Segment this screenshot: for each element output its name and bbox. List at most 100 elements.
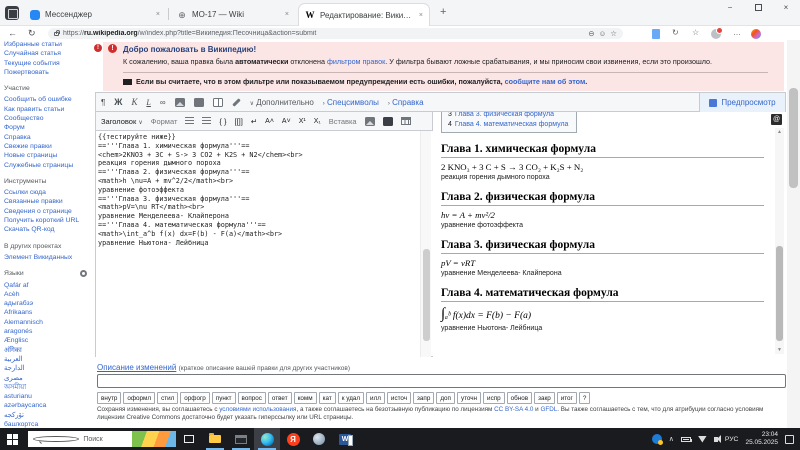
page-scrollbar[interactable]: [787, 40, 800, 428]
format-marks-icon[interactable]: ¶: [101, 98, 105, 107]
hidden-icons-chevron[interactable]: ∧: [669, 435, 674, 443]
reading-list-icon[interactable]: [652, 29, 660, 41]
sidebar-link[interactable]: Избранные статьи: [4, 40, 93, 49]
workspaces-icon[interactable]: [5, 6, 19, 20]
close-button[interactable]: ×: [772, 0, 800, 16]
quick-summary-button[interactable]: внутр: [97, 392, 121, 404]
tab-mo17-wiki[interactable]: ⊕ MO-17 — Wiki ×: [171, 3, 295, 26]
quick-summary-button[interactable]: уточн: [457, 392, 481, 404]
quick-summary-button[interactable]: закр: [534, 392, 555, 404]
sidebar-language-link[interactable]: aragonés: [4, 327, 93, 336]
sidebar-language-link[interactable]: башҡортса: [4, 420, 93, 428]
big-text-icon[interactable]: A˄: [265, 118, 274, 125]
url-text[interactable]: https://ru.wikipedia.org/w/index.php?tit…: [63, 30, 584, 37]
clock[interactable]: 23:0425.05.2025: [745, 431, 778, 447]
filter-link[interactable]: фильтром правок: [327, 57, 385, 66]
battery-icon[interactable]: [681, 437, 691, 442]
sidebar-link[interactable]: Свежие правки: [4, 142, 93, 151]
quick-summary-button[interactable]: ответ: [268, 392, 292, 404]
terms-link[interactable]: условиями использования: [219, 406, 296, 413]
sidebar-link[interactable]: Форум: [4, 123, 93, 132]
quick-summary-button[interactable]: итог: [557, 392, 577, 404]
more-menu[interactable]: ∨ Дополнительно: [250, 98, 314, 107]
sidebar-language-link[interactable]: Qafár af: [4, 281, 93, 290]
back-icon[interactable]: ←: [8, 28, 17, 38]
quick-summary-button[interactable]: кат: [319, 392, 336, 404]
quick-summary-button[interactable]: испр: [483, 392, 505, 404]
preview-button[interactable]: Предпросмотр: [699, 93, 785, 112]
wikitext-textarea[interactable]: {{тестируйте ниже}} =='''Глава 1. химиче…: [96, 131, 420, 357]
nowiki-icon[interactable]: { }: [219, 117, 226, 126]
refresh-icon[interactable]: ↻: [28, 28, 36, 39]
media-icon[interactable]: [194, 98, 204, 107]
sidebar-language-link[interactable]: অসমীয়া: [4, 383, 93, 392]
sidebar-language-link[interactable]: Afrikaans: [4, 308, 93, 317]
quick-summary-button[interactable]: илл: [366, 392, 385, 404]
quick-summary-button[interactable]: стил: [157, 392, 178, 404]
newline-icon[interactable]: ↵: [251, 117, 257, 126]
address-bar[interactable]: https://ru.wikipedia.org/w/index.php?tit…: [48, 28, 623, 39]
wikilink-brackets-icon[interactable]: [[]]: [235, 117, 243, 126]
start-button[interactable]: [0, 428, 24, 450]
collections-icon[interactable]: ☆: [692, 28, 699, 37]
volume-icon[interactable]: [714, 437, 718, 442]
scrollbar-thumb[interactable]: [776, 246, 783, 341]
toc-entry[interactable]: 3Глава 3. физическая формула: [448, 112, 568, 120]
sidebar-link[interactable]: Сведения о странице: [4, 207, 93, 216]
pencil-icon[interactable]: [232, 98, 240, 106]
sidebar-link[interactable]: Связанные правки: [4, 197, 93, 206]
sidebar-language-link[interactable]: Alemannisch: [4, 318, 93, 327]
quick-summary-button[interactable]: вопрос: [238, 392, 266, 404]
sidebar-link[interactable]: Случайная статья: [4, 49, 93, 58]
scrollbar-thumb[interactable]: [423, 249, 430, 341]
word-button[interactable]: W: [332, 428, 358, 450]
tab-close-icon[interactable]: ×: [156, 11, 160, 18]
sidebar-link[interactable]: Справка: [4, 133, 93, 142]
sidebar-link[interactable]: Новые страницы: [4, 151, 93, 160]
tab-close-icon[interactable]: ×: [419, 12, 423, 19]
quick-summary-button[interactable]: комм: [294, 392, 317, 404]
bullet-list-icon[interactable]: [185, 117, 194, 125]
quick-summary-button[interactable]: орфогр: [180, 392, 210, 404]
quick-summary-button[interactable]: оформл: [123, 392, 155, 404]
zoom-out-icon[interactable]: ⊖: [588, 29, 594, 38]
edge-button[interactable]: [254, 428, 280, 450]
gear-icon[interactable]: [80, 270, 87, 277]
scroll-down-icon[interactable]: ▼: [775, 347, 784, 353]
quick-summary-button[interactable]: пункт: [212, 392, 236, 404]
live-preview-icon[interactable]: @: [771, 114, 782, 125]
help-menu[interactable]: › Справка: [388, 98, 424, 107]
yandex-browser-button[interactable]: Я: [280, 428, 306, 450]
more-menu-icon[interactable]: …: [733, 28, 741, 37]
subscript-icon[interactable]: X₁: [314, 118, 321, 125]
scroll-up-icon[interactable]: ▲: [775, 129, 784, 135]
sidebar-link[interactable]: Служебные страницы: [4, 161, 93, 170]
reference-icon[interactable]: [213, 98, 223, 107]
maximize-button[interactable]: [744, 0, 772, 16]
sidebar-language-link[interactable]: مصرى: [4, 374, 93, 383]
quick-summary-button[interactable]: обнов: [507, 392, 532, 404]
file-explorer-button[interactable]: [202, 428, 228, 450]
bold-icon[interactable]: Ж: [114, 97, 122, 107]
quick-summary-button[interactable]: доп: [436, 392, 455, 404]
numbered-list-icon[interactable]: [202, 117, 211, 125]
taskbar-search[interactable]: Поиск: [28, 431, 176, 447]
italic-icon[interactable]: К: [131, 97, 137, 107]
preview-scrollbar[interactable]: ▲ ▼: [775, 128, 784, 354]
sidebar-language-link[interactable]: адыгабзэ: [4, 299, 93, 308]
sidebar-link[interactable]: Пожертвовать: [4, 68, 93, 77]
favorite-star-icon[interactable]: ☆: [610, 29, 617, 38]
sidebar-link[interactable]: Как править статьи: [4, 105, 93, 114]
feedback-icon[interactable]: ☺: [599, 29, 607, 38]
sidebar-link[interactable]: Сообщить об ошибке: [4, 95, 93, 104]
sidebar-link[interactable]: Скачать QR-код: [4, 225, 93, 234]
tab-wikipedia-edit-active[interactable]: W Редактирование: ВикипедияПе ×: [298, 3, 430, 26]
textarea-scrollbar[interactable]: [420, 131, 431, 357]
sidebar-language-link[interactable]: العربية: [4, 355, 93, 364]
insert-table-icon[interactable]: [401, 117, 411, 125]
sidebar-link[interactable]: Сообщество: [4, 114, 93, 123]
superscript-icon[interactable]: X¹: [299, 118, 306, 125]
profile-avatar[interactable]: [711, 29, 721, 41]
sidebar-language-link[interactable]: asturianu: [4, 392, 93, 401]
heading-dropdown[interactable]: Заголовок ∨: [101, 117, 143, 126]
